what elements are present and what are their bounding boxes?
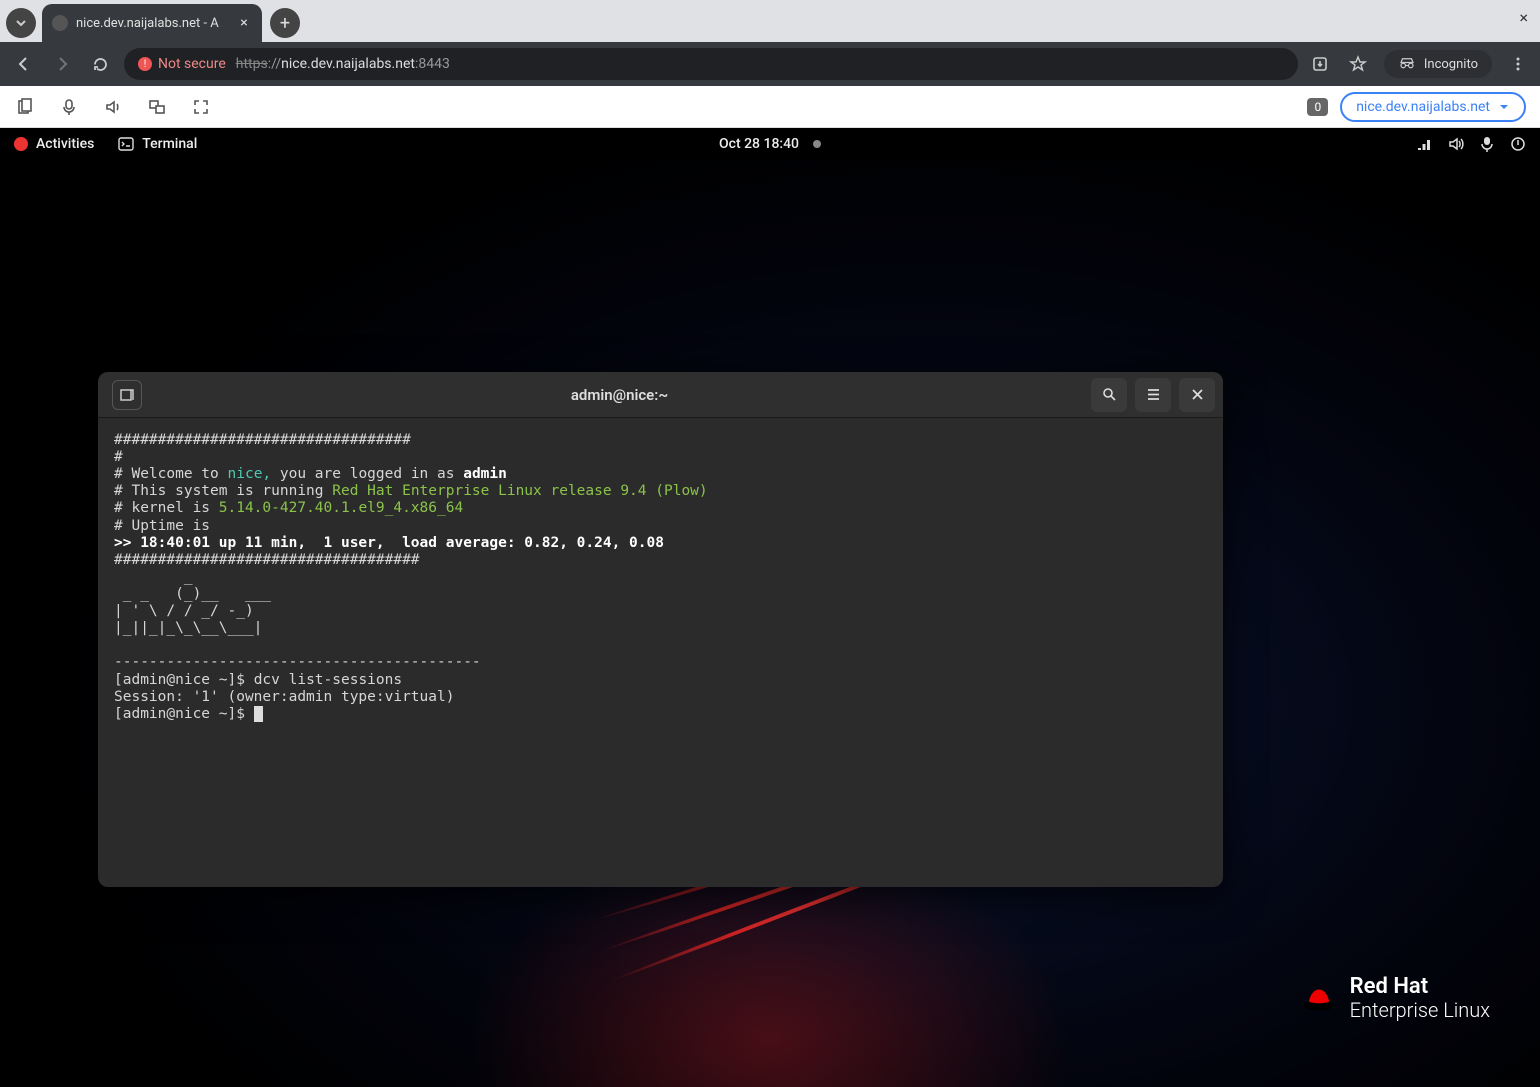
address-bar: ! Not secure https://nice.dev.naijalabs.… xyxy=(0,42,1540,86)
incognito-icon xyxy=(1398,55,1416,73)
app-name: Terminal xyxy=(142,136,197,152)
new-tab-icon xyxy=(119,387,135,403)
close-icon xyxy=(1191,388,1204,401)
terminal-title: admin@nice:~ xyxy=(148,386,1091,404)
dcv-speaker-icon[interactable] xyxy=(102,98,124,116)
hamburger-icon xyxy=(1146,387,1161,402)
new-tab-button[interactable]: + xyxy=(270,8,300,38)
arrow-right-icon xyxy=(53,55,71,73)
activities-button[interactable]: Activities xyxy=(14,136,94,152)
arrow-left-icon xyxy=(15,55,33,73)
search-icon xyxy=(1102,387,1117,402)
dcv-clipboard-icon[interactable] xyxy=(14,98,36,116)
dcv-toolbar: 0 nice.dev.naijalabs.net xyxy=(0,86,1540,128)
chevron-down-icon xyxy=(1498,101,1510,113)
remote-desktop[interactable]: Activities Terminal Oct 28 18:40 xyxy=(0,128,1540,1087)
dcv-display-icon[interactable] xyxy=(146,98,168,116)
incognito-chip[interactable]: Incognito xyxy=(1384,50,1492,78)
terminal-content[interactable]: ################################## # # W… xyxy=(98,418,1223,887)
clock-button[interactable]: Oct 28 18:40 xyxy=(719,136,821,152)
terminal-titlebar[interactable]: admin@nice:~ xyxy=(98,372,1223,418)
dcv-host-dropdown[interactable]: nice.dev.naijalabs.net xyxy=(1340,92,1526,122)
terminal-window[interactable]: admin@nice:~ ###########################… xyxy=(98,372,1223,887)
redhat-hat-icon xyxy=(1302,981,1336,1015)
mic-status-icon xyxy=(1480,136,1494,152)
volume-icon xyxy=(1448,136,1464,152)
bookmark-icon[interactable] xyxy=(1346,55,1370,73)
gnome-top-bar: Activities Terminal Oct 28 18:40 xyxy=(0,128,1540,160)
install-icon[interactable] xyxy=(1308,55,1332,73)
redhat-line2: Enterprise Linux xyxy=(1350,999,1490,1022)
browser-chrome: nice.dev.naijalabs.net - A × + × ! Not s… xyxy=(0,0,1540,128)
power-icon xyxy=(1510,136,1526,152)
redhat-line1: Red Hat xyxy=(1350,974,1490,999)
url-input[interactable]: ! Not secure https://nice.dev.naijalabs.… xyxy=(124,48,1298,80)
cursor xyxy=(254,706,263,722)
not-secure-icon: ! xyxy=(138,57,152,71)
terminal-close-button[interactable] xyxy=(1179,378,1215,412)
tab-strip: nice.dev.naijalabs.net - A × + × xyxy=(0,0,1540,42)
activities-label: Activities xyxy=(36,136,94,152)
terminal-icon xyxy=(118,136,134,152)
not-secure-label: Not secure xyxy=(158,56,226,72)
incognito-label: Incognito xyxy=(1424,57,1478,72)
terminal-menu-button[interactable] xyxy=(1135,378,1171,412)
browser-tab[interactable]: nice.dev.naijalabs.net - A × xyxy=(42,4,262,42)
chevron-down-icon xyxy=(15,17,27,29)
clock-text: Oct 28 18:40 xyxy=(719,136,799,152)
network-icon xyxy=(1416,136,1432,152)
redhat-logo: Red Hat Enterprise Linux xyxy=(1302,974,1490,1022)
reload-button[interactable] xyxy=(86,50,114,78)
tab-search-button[interactable] xyxy=(6,8,36,38)
window-close-button[interactable]: × xyxy=(1519,8,1528,27)
terminal-search-button[interactable] xyxy=(1091,378,1127,412)
reload-icon xyxy=(92,56,109,73)
dcv-notification-badge[interactable]: 0 xyxy=(1307,98,1328,116)
toolbar-right: Incognito xyxy=(1308,50,1530,78)
terminal-new-tab-button[interactable] xyxy=(112,380,142,410)
system-status-area[interactable] xyxy=(1416,136,1526,152)
dcv-mic-icon[interactable] xyxy=(58,98,80,116)
kebab-icon xyxy=(1510,56,1526,72)
tab-close-button[interactable]: × xyxy=(236,15,252,31)
tab-title: nice.dev.naijalabs.net - A xyxy=(76,16,228,31)
security-indicator[interactable]: ! Not secure xyxy=(138,56,226,72)
app-menu[interactable]: Terminal xyxy=(118,136,197,152)
dcv-host-label: nice.dev.naijalabs.net xyxy=(1356,99,1490,115)
notification-dot-icon xyxy=(813,140,821,148)
browser-menu-button[interactable] xyxy=(1506,56,1530,72)
forward-button[interactable] xyxy=(48,50,76,78)
fedora-icon xyxy=(14,137,28,151)
url-text: https://nice.dev.naijalabs.net:8443 xyxy=(236,56,450,72)
tab-favicon-icon xyxy=(52,15,68,31)
back-button[interactable] xyxy=(10,50,38,78)
dcv-fullscreen-icon[interactable] xyxy=(190,98,212,116)
